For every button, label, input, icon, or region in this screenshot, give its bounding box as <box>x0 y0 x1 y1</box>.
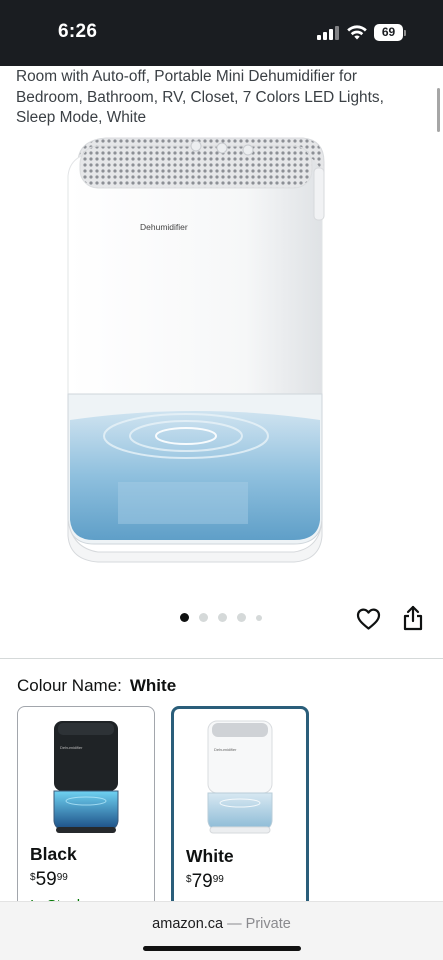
signal-icon <box>317 26 339 40</box>
status-time: 6:26 <box>58 21 98 42</box>
browser-domain: amazon.ca <box>152 916 224 932</box>
swatch-name: White <box>186 846 234 866</box>
carousel-dot[interactable] <box>256 614 262 621</box>
colour-value: White <box>129 676 177 695</box>
scroll-indicator <box>437 88 440 132</box>
battery-icon: 69 <box>374 24 407 41</box>
colour-row: Colour Name: White <box>17 676 176 696</box>
carousel-dot[interactable] <box>237 613 246 622</box>
swatch-white[interactable]: Dehumidifier White $7999 <box>171 706 309 916</box>
wifi-icon <box>347 25 367 40</box>
home-indicator[interactable] <box>143 946 301 951</box>
product-page: 6:26 69 Room with Auto-off, Portable Min… <box>0 0 443 960</box>
swatch-price: $7999 <box>186 871 224 892</box>
browser-bar: amazon.ca — Private <box>0 901 443 960</box>
svg-text:Dehumidifier: Dehumidifier <box>214 747 237 752</box>
section-divider <box>0 658 443 659</box>
heart-icon[interactable] <box>356 607 381 631</box>
carousel-dot[interactable] <box>180 613 189 622</box>
status-bar: 6:26 69 <box>0 0 443 66</box>
browser-separator: — <box>227 916 242 932</box>
product-image[interactable]: Dehumidifier <box>58 132 388 580</box>
browser-url[interactable]: amazon.ca — Private <box>0 916 443 932</box>
carousel-dot[interactable] <box>218 613 227 622</box>
browser-mode: Private <box>245 916 291 932</box>
share-icon[interactable] <box>402 605 424 631</box>
battery-level: 69 <box>374 24 403 41</box>
carousel-dot[interactable] <box>199 613 208 622</box>
swatch-image-white: Dehumidifier <box>207 720 273 834</box>
swatch-black[interactable]: Dehumidifier Black $5999 In Stock <box>17 706 155 916</box>
product-title[interactable]: Room with Auto-off, Portable Mini Dehumi… <box>16 67 421 129</box>
svg-text:Dehumidifier: Dehumidifier <box>60 745 83 750</box>
swatch-image-black: Dehumidifier <box>53 721 119 833</box>
swatch-price: $5999 <box>30 869 68 890</box>
swatch-name: Black <box>30 844 77 864</box>
colour-label: Colour Name: <box>17 676 122 695</box>
device-label: Dehumidifier <box>140 222 188 232</box>
